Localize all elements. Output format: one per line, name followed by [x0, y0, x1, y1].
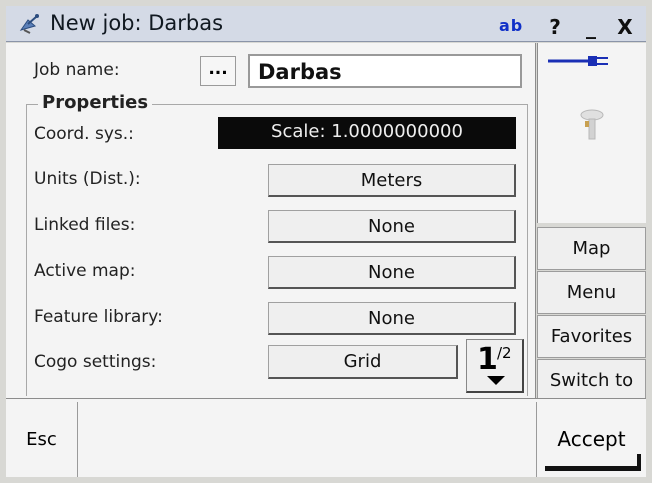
job-name-input[interactable]: Darbas	[248, 54, 522, 88]
properties-title: Properties	[38, 92, 153, 113]
feature-library-label: Feature library:	[34, 307, 163, 327]
job-name-label: Job name:	[34, 60, 120, 80]
units-button[interactable]: Meters	[268, 164, 516, 197]
default-action-indicator-edge	[637, 454, 641, 471]
default-action-indicator	[545, 466, 641, 471]
favorites-label: Favorites	[550, 326, 633, 347]
satellite-dish-icon	[18, 14, 40, 34]
active-map-button[interactable]: None	[268, 256, 516, 289]
linked-files-label: Linked files:	[34, 215, 136, 235]
input-mode-indicator[interactable]: ab	[499, 16, 523, 35]
coord-sys-label: Coord. sys.:	[34, 124, 134, 144]
menu-label: Menu	[566, 282, 617, 303]
page-current: 1	[477, 342, 498, 377]
close-button[interactable]: X	[612, 15, 638, 39]
accept-label: Accept	[557, 427, 626, 451]
cogo-settings-label: Cogo settings:	[34, 352, 157, 372]
cogo-settings-button[interactable]: Grid	[268, 345, 458, 379]
switch-to-label: Switch to	[549, 370, 634, 391]
linked-files-button[interactable]: None	[268, 210, 516, 243]
status-panel	[537, 43, 646, 223]
accept-button[interactable]: Accept	[536, 402, 646, 477]
menu-button[interactable]: Menu	[537, 271, 646, 314]
esc-button[interactable]: Esc	[6, 402, 78, 477]
gnss-receiver-icon[interactable]	[579, 109, 605, 145]
window-title: New job: Darbas	[50, 11, 224, 35]
title-bar: New job: Darbas ab ? _ X	[6, 6, 646, 42]
map-button[interactable]: Map	[537, 227, 646, 270]
feature-library-button[interactable]: None	[268, 302, 516, 335]
map-label: Map	[572, 238, 611, 259]
plug-connector-icon[interactable]	[548, 53, 612, 73]
browse-button[interactable]: ...	[200, 56, 236, 86]
page-switch-button[interactable]: 1 /2	[466, 339, 524, 393]
page-total: /2	[497, 344, 512, 362]
help-button[interactable]: ?	[542, 15, 568, 39]
coord-sys-button[interactable]: Scale: 1.0000000000	[218, 117, 516, 149]
units-label: Units (Dist.):	[34, 169, 141, 189]
active-map-label: Active map:	[34, 261, 136, 281]
chevron-down-icon	[487, 376, 505, 385]
favorites-button[interactable]: Favorites	[537, 315, 646, 358]
minimize-button[interactable]: _	[578, 15, 604, 39]
switch-to-button[interactable]: Switch to	[537, 359, 646, 402]
